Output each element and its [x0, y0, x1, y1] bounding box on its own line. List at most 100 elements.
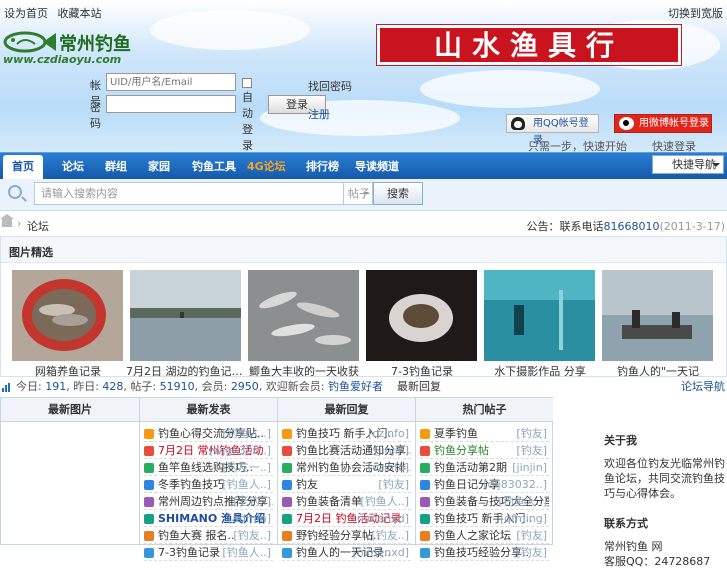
post-item[interactable]: 野钓经验分享帖.. [钓友..] — [282, 527, 411, 544]
post-item[interactable]: 鱼竿鱼线选购技巧.. [钓友一..] — [144, 459, 273, 476]
qq-login-button[interactable]: 用QQ帐号登录 — [506, 114, 599, 146]
post-item[interactable]: 钓鱼心得交流分享贴.. [钓鱼人..] — [144, 425, 273, 442]
post-title[interactable]: 钓鱼分享帖 — [434, 444, 489, 457]
auto-login-checkbox[interactable]: 自动登录 — [242, 76, 255, 153]
post-author[interactable]: [钓友] — [516, 544, 547, 560]
home-icon[interactable] — [0, 214, 14, 227]
gallery-image-1[interactable] — [12, 270, 123, 361]
post-title[interactable]: 钓鱼装备清单 — [296, 495, 362, 508]
nav-item-home-space[interactable]: 家园 — [148, 158, 170, 174]
post-item[interactable]: 钓鱼比赛活动通知分享.. [jinjin] — [282, 442, 411, 459]
post-item[interactable]: 钓友 [钓友] — [282, 476, 411, 493]
post-item[interactable]: 钓鱼人的一天记录.. [nimenxd] — [282, 544, 411, 561]
post-author[interactable]: [钓友] — [516, 425, 547, 441]
post-item[interactable]: 常州周边钓点推荐分享.. [老钓..] — [144, 493, 273, 510]
post-author[interactable]: [dlj83032..] — [483, 476, 547, 492]
post-title[interactable]: 野钓经验分享帖.. — [296, 529, 380, 542]
post-author[interactable]: [wjgk300..] — [209, 442, 271, 458]
post-item[interactable]: 7月2日 常州钓鱼活动 [wjgk300..] — [144, 442, 273, 459]
post-author[interactable]: [钓友一..] — [222, 459, 271, 475]
post-author[interactable]: [钓鱼人..] — [222, 544, 271, 560]
post-author[interactable]: [czinfo] — [368, 459, 409, 475]
post-title[interactable]: 7-3钓鱼记录 — [158, 546, 220, 559]
post-item[interactable]: 钓鱼日记分享 [dlj83032..] — [420, 476, 549, 493]
post-author[interactable]: [钓友] — [516, 527, 547, 543]
gallery-image-6[interactable] — [602, 270, 713, 361]
post-author[interactable]: [czinfo] — [368, 425, 409, 441]
register-link[interactable]: 注册 — [308, 106, 352, 122]
nav-item-forum[interactable]: 论坛 — [62, 158, 84, 174]
post-author[interactable]: [admin] — [228, 510, 271, 526]
nav-item-ranking[interactable]: 排行榜 — [306, 158, 339, 174]
post-title[interactable]: 钓鱼人之家论坛 — [434, 529, 511, 542]
post-item[interactable]: SHIMANO 渔具介绍 [admin] — [144, 510, 273, 527]
post-item[interactable]: 钓鱼活动第2期 [jinjin] — [420, 459, 549, 476]
post-author[interactable]: [jinjin] — [512, 459, 547, 475]
search-button[interactable]: 搜索 — [373, 182, 423, 205]
post-author[interactable]: [老钓..] — [233, 493, 271, 509]
gallery-caption-6[interactable]: 钓鱼人的"一天记 — [598, 363, 718, 379]
post-author[interactable]: [jinjin] — [374, 442, 409, 458]
post-author[interactable]: [nimenxd] — [352, 510, 409, 526]
nav-item-guide[interactable]: 导读频道 — [355, 158, 399, 174]
post-title[interactable]: 冬季钓鱼技巧 — [158, 478, 224, 491]
post-author[interactable]: [钓鱼人..] — [222, 476, 271, 492]
ad-banner[interactable]: 山水渔具行 — [376, 24, 682, 66]
post-author[interactable]: [钓友..] — [233, 527, 271, 543]
post-item[interactable]: 常州钓鱼协会活动安排.. [czinfo] — [282, 459, 411, 476]
post-title[interactable]: 夏季钓鱼 — [434, 427, 478, 440]
gallery-caption-2[interactable]: 7月2日 湖边的钓鱼记录活动 出水"... — [126, 363, 246, 379]
gallery-caption-4[interactable]: 7-3钓鱼记录 — [362, 363, 482, 379]
gallery-caption-1[interactable]: 网箱养鱼记录 — [8, 363, 128, 379]
post-item[interactable]: 钓鱼技巧 新手入门.. [czinfo] — [282, 425, 411, 442]
post-item[interactable]: 夏季钓鱼 [钓友] — [420, 425, 549, 442]
post-author[interactable]: [钓鱼人..] — [222, 425, 271, 441]
stat-extra[interactable]: 最新回复 — [397, 380, 441, 393]
gallery-caption-5[interactable]: 水下摄影作品 分享 — [480, 363, 600, 379]
quick-nav-dropdown[interactable]: 快捷导航 — [652, 155, 724, 174]
post-author[interactable]: [钓友..] — [371, 527, 409, 543]
site-logo[interactable]: 常州钓鱼 www.czdiaoyu.com — [3, 28, 133, 66]
post-author[interactable]: [钓友] — [516, 442, 547, 458]
gallery-caption-3[interactable]: 鲫鱼大丰收的一天收获 — [244, 363, 364, 379]
announcement[interactable]: 公告：联系电话81668010(2011-3-17) — [526, 218, 725, 234]
post-author[interactable]: [钓鱼人..] — [360, 493, 409, 509]
gallery-image-4[interactable] — [366, 270, 477, 361]
set-homepage-link[interactable]: 设为首页 — [4, 7, 48, 20]
post-author[interactable]: [钓鱼人..] — [498, 493, 547, 509]
post-item[interactable]: 钓鱼分享帖 [钓友] — [420, 442, 549, 459]
gallery-image-5[interactable] — [484, 270, 595, 361]
nav-item-home[interactable]: 首页 — [3, 155, 43, 181]
forum-nav-link[interactable]: 论坛导航 — [681, 378, 725, 396]
post-item[interactable]: 钓鱼技巧 新手入门.. [qfming] — [420, 510, 549, 527]
post-item[interactable]: 7月2日 钓鱼活动记录 [nimenxd] — [282, 510, 411, 527]
post-item[interactable]: 冬季钓鱼技巧 [钓鱼人..] — [144, 476, 273, 493]
gallery-image-3[interactable] — [248, 270, 359, 361]
post-title[interactable]: 钓鱼技巧经验分享.. — [434, 546, 529, 559]
post-author[interactable]: [nimenxd] — [352, 544, 409, 560]
breadcrumb-current[interactable]: 论坛 — [27, 218, 49, 234]
search-input[interactable]: 请输入搜索内容 — [34, 182, 344, 205]
nav-item-4g[interactable]: 4G论坛 — [247, 158, 286, 174]
bookmark-link[interactable]: 收藏本站 — [58, 7, 102, 20]
post-item[interactable]: 7-3钓鱼记录 [钓鱼人..] — [144, 544, 273, 561]
switch-width-link[interactable]: 切换到宽版 — [668, 5, 723, 21]
username-input[interactable] — [106, 73, 236, 91]
post-title[interactable]: 钓鱼活动第2期 — [434, 461, 507, 474]
nav-item-groups[interactable]: 群组 — [105, 158, 127, 174]
post-item[interactable]: 钓鱼装备与技巧大全分享..[钓鱼人..] — [420, 493, 549, 510]
post-item[interactable]: 钓鱼装备清单 [钓鱼人..] — [282, 493, 411, 510]
nav-item-tools[interactable]: 钓鱼工具 — [192, 158, 236, 174]
password-input[interactable] — [106, 95, 236, 113]
weibo-login-button[interactable]: 用微博帐号登录 — [614, 114, 712, 133]
post-item[interactable]: 钓鱼人之家论坛 [钓友] — [420, 527, 549, 544]
post-item[interactable]: 钓鱼大赛 报名.. [钓友..] — [144, 527, 273, 544]
post-author[interactable]: [钓友] — [378, 476, 409, 492]
stat-newest-member-link[interactable]: 钓鱼爱好者 — [328, 380, 383, 393]
post-title[interactable]: 钓鱼大赛 报名.. — [158, 529, 235, 542]
find-password-link[interactable]: 找回密码 — [308, 78, 352, 94]
post-title[interactable]: 钓友 — [296, 478, 318, 491]
search-type-select[interactable]: 帖子 — [343, 182, 373, 205]
post-author[interactable]: [qfming] — [500, 510, 547, 526]
gallery-image-2[interactable] — [130, 270, 241, 361]
